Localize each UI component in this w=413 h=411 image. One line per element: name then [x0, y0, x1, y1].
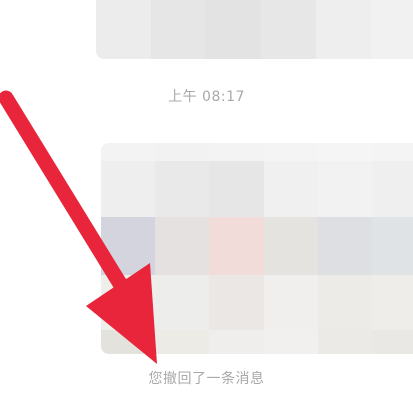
mosaic-tile [209, 143, 264, 161]
mosaic-tile [96, 0, 151, 59]
mosaic-tile [371, 143, 413, 161]
mosaic-tile [206, 0, 261, 59]
mosaic-tile [101, 275, 156, 330]
mosaic-tile [263, 275, 318, 330]
mosaic-tile [151, 0, 206, 59]
mosaic-tile [101, 161, 156, 217]
mosaic-tile [155, 217, 210, 275]
mosaic-tile [317, 275, 372, 330]
mosaic-tile [317, 143, 372, 161]
image-message-top[interactable] [96, 0, 413, 59]
chat-screen: 上午 08:17 您撤回了一条消息 [0, 0, 413, 411]
mosaic-tile [316, 0, 371, 59]
mosaic-tile [317, 217, 372, 275]
pixelated-image [101, 143, 413, 354]
mosaic-tile [209, 275, 264, 330]
mosaic-tile [155, 143, 210, 161]
mosaic-tile [371, 217, 413, 275]
mosaic-tile [263, 217, 318, 275]
mosaic-tile [263, 330, 318, 354]
mosaic-tile [371, 161, 413, 217]
mosaic-tile [261, 0, 316, 59]
recall-notice: 您撤回了一条消息 [148, 371, 265, 387]
mosaic-tile [371, 0, 413, 59]
mosaic-tile [101, 330, 156, 354]
mosaic-tile [317, 161, 372, 217]
mosaic-tile [155, 275, 210, 330]
mosaic-tile [155, 161, 210, 217]
mosaic-tile [371, 275, 413, 330]
mosaic-tile [101, 143, 156, 161]
message-timestamp: 上午 08:17 [168, 89, 245, 105]
mosaic-tile [263, 143, 318, 161]
mosaic-tile [263, 161, 318, 217]
mosaic-tile [317, 330, 372, 354]
mosaic-tile [155, 330, 210, 354]
mosaic-tile [101, 217, 156, 275]
pixelated-image [96, 0, 413, 59]
mosaic-tile [371, 330, 413, 354]
mosaic-tile [209, 330, 264, 354]
image-message-bottom[interactable] [101, 143, 413, 354]
mosaic-tile [209, 217, 264, 275]
mosaic-tile [209, 161, 264, 217]
